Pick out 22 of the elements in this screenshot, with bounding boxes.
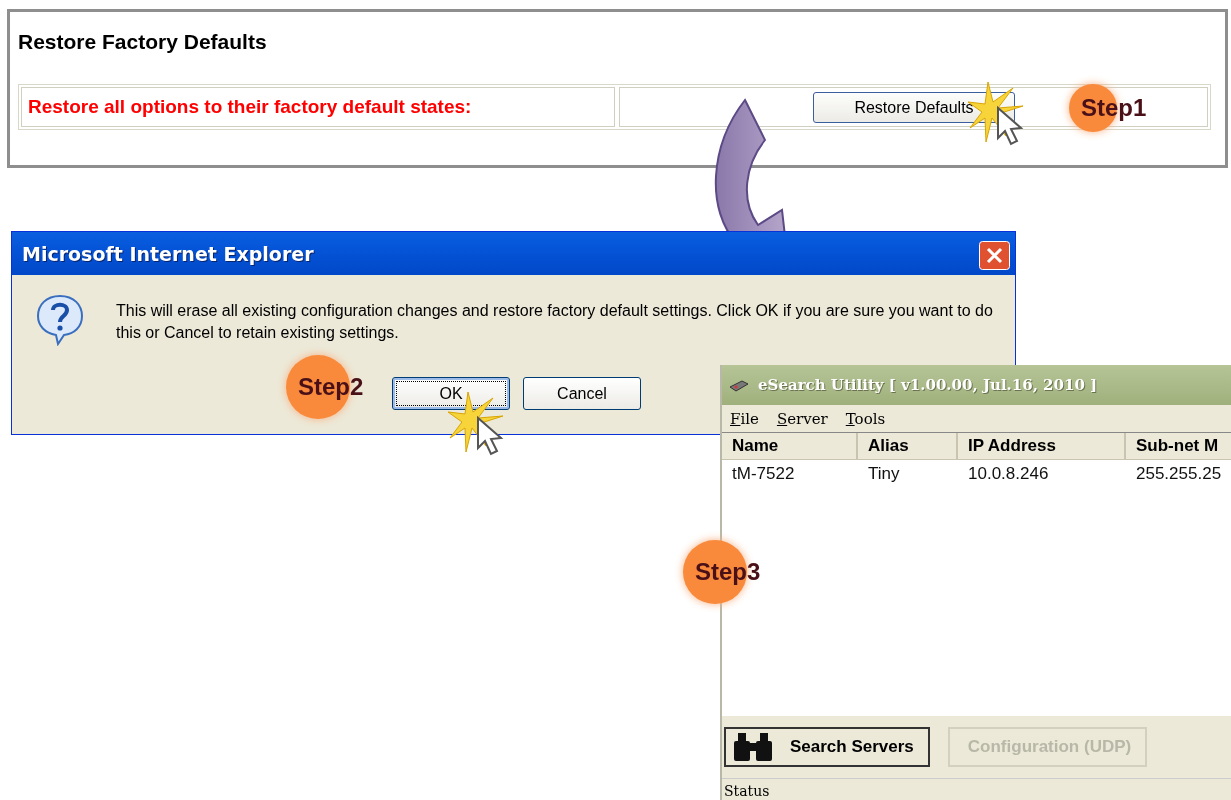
column-header[interactable]: Alias [858, 433, 958, 460]
menu-item[interactable]: File [730, 409, 759, 428]
column-header[interactable]: Sub-net M [1126, 433, 1231, 460]
dialog-button[interactable]: Cancel [523, 377, 641, 410]
menu-item[interactable]: Server [776, 409, 828, 428]
section-title: Restore Factory Defaults [18, 30, 267, 54]
table-cell-text: 10.0.8.246 [967, 463, 1050, 485]
column-header[interactable]: IP Address [958, 433, 1126, 460]
status-bar: Status [722, 778, 1231, 800]
menu-item[interactable]: Tools [845, 409, 886, 428]
close-icon[interactable] [979, 241, 1010, 270]
search-servers-button[interactable]: Search Servers [724, 727, 930, 767]
dialog-title: Microsoft Internet Explorer [22, 242, 314, 265]
table-cell-text: tM-7522 [731, 463, 796, 485]
table-cell-text: Tiny [867, 463, 901, 485]
option-label: Restore all options to their factory default states: [28, 96, 472, 118]
question-icon [36, 294, 84, 346]
dialog-button[interactable]: OK [392, 377, 510, 410]
table-cell-text: 255.255.25 [1135, 463, 1223, 485]
dialog-message: This will erase all existing configuration changes and restore factory default settings. Click OK if you are sure you want to do this or Cancel to retain existing settings. [116, 301, 994, 343]
window-title: eSearch Utility [ v1.00.00, Jul.16, 2010 ] [758, 376, 1098, 394]
column-header[interactable]: Name [722, 433, 858, 460]
